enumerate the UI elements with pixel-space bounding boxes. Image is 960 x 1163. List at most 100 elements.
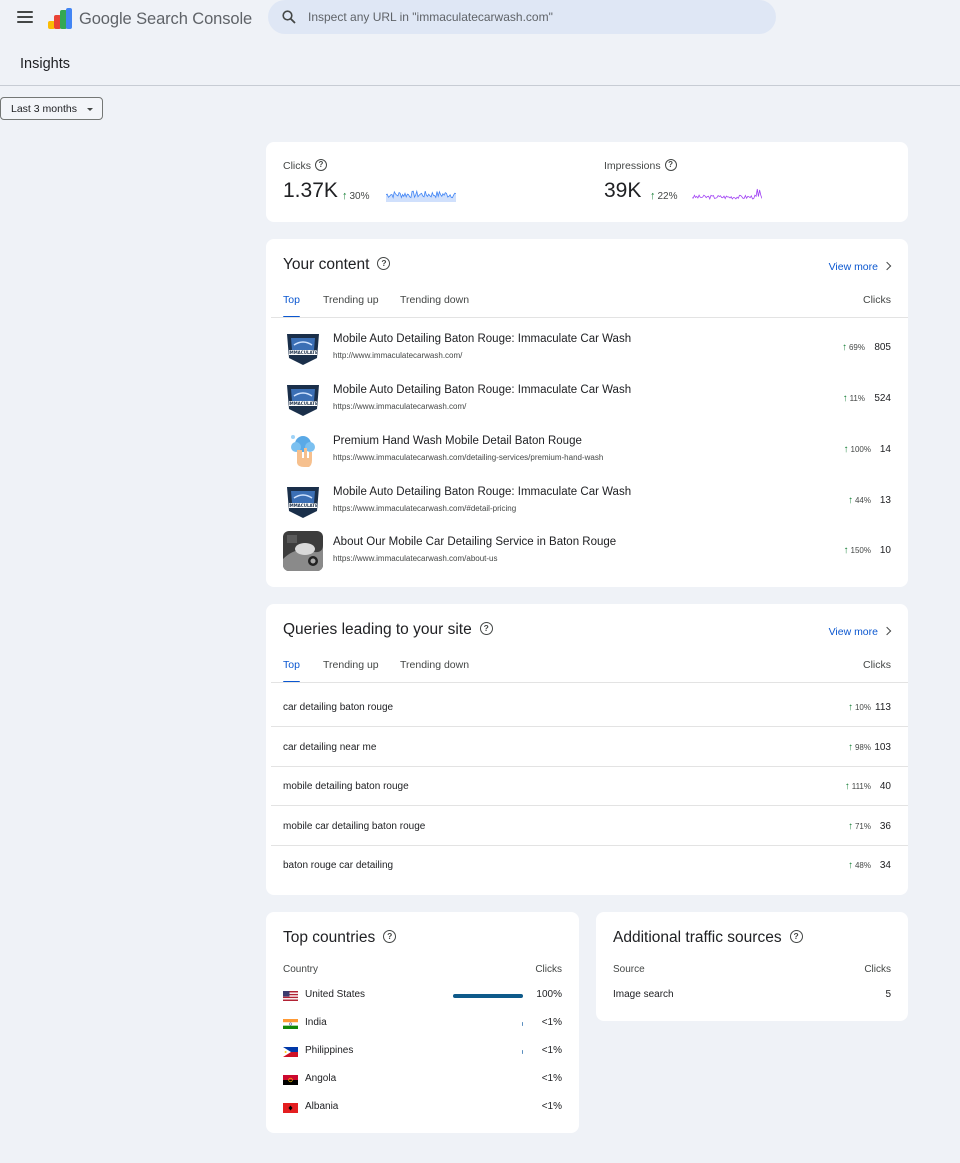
product-name[interactable]: Google Search Console (79, 10, 252, 29)
car-photo-icon (283, 531, 323, 571)
share-bar (453, 994, 523, 998)
philippines-flag-icon (283, 1047, 298, 1057)
content-view-more-link[interactable]: View more (828, 261, 892, 273)
help-icon[interactable]: ? (479, 621, 493, 635)
page-thumbnail (283, 531, 323, 571)
tab-trending-up[interactable]: Trending up (323, 659, 379, 683)
url-inspection-input[interactable] (308, 0, 758, 34)
arrow-up-icon: ↑ (650, 190, 656, 202)
view-more-label: View more (828, 261, 878, 273)
clicks-label-wrap: Clicks? (283, 159, 327, 172)
performance-summary-card[interactable]: Clicks? 1.37K ↑ 30% Impressions? 39K ↑ 22% (266, 142, 908, 222)
content-row[interactable]: Premium Hand Wash Mobile Detail Baton Ro… (271, 430, 908, 472)
date-range-dropdown[interactable]: Last 3 months (0, 97, 103, 120)
tab-trending-up[interactable]: Trending up (323, 294, 379, 318)
country-row[interactable]: United States 100% (283, 989, 562, 1005)
tabs-divider (271, 317, 908, 318)
view-more-label: View more (828, 626, 878, 638)
query-row[interactable]: mobile detailing baton rouge ↑ 111% 40 (271, 767, 908, 806)
content-row[interactable]: IMMACULATE Mobile Auto Detailing Baton R… (271, 481, 908, 523)
tab-top[interactable]: Top (283, 659, 300, 683)
help-icon[interactable]: ? (664, 159, 677, 172)
country-name: United States (305, 989, 366, 1000)
your-content-card: Your content? View more Top Trending up … (266, 239, 908, 587)
help-icon[interactable]: ? (383, 929, 397, 943)
query-text: mobile detailing baton rouge (283, 781, 409, 792)
queries-title-wrap: Queries leading to your site? (283, 621, 493, 639)
top-countries-card: Top countries? Country Clicks United Sta… (266, 912, 579, 1133)
arrow-up-icon: ↑ (847, 742, 853, 753)
arrow-up-icon: ↑ (847, 495, 853, 506)
country-name: Angola (305, 1073, 337, 1084)
country-row[interactable]: India <1% (283, 1017, 562, 1033)
help-icon[interactable]: ? (315, 159, 327, 172)
page-title-text: About Our Mobile Car Detailing Service i… (333, 536, 617, 548)
clicks-column-header: Clicks (863, 294, 891, 306)
arrow-up-icon: ↑ (842, 393, 848, 404)
country-name: India (305, 1017, 327, 1028)
page-url: https://www.immaculatecarwash.com/ (333, 402, 467, 411)
country-row[interactable]: Philippines <1% (283, 1045, 562, 1061)
change-value: 111% (851, 782, 871, 791)
immaculate-logo-icon: IMMACULATE (283, 328, 323, 368)
clicks-value: 524 (874, 393, 891, 404)
source-name: Image search (613, 989, 674, 1000)
page-title: Insights (20, 56, 70, 72)
country-name: Albania (305, 1101, 339, 1112)
change-value: 150% (850, 546, 871, 555)
arrow-up-icon: ↑ (841, 342, 847, 353)
arrow-up-icon: ↑ (843, 444, 849, 455)
content-row[interactable]: IMMACULATE Mobile Auto Detailing Baton R… (271, 379, 908, 421)
traffic-source-row[interactable]: Image search 5 (613, 989, 891, 1005)
query-row[interactable]: car detailing near me ↑ 98% 103 (271, 728, 908, 767)
countries-title: Top countries (283, 929, 376, 946)
arrow-up-icon: ↑ (847, 860, 853, 871)
clicks-value: 13 (879, 495, 891, 506)
us-flag-icon (283, 991, 298, 1001)
help-icon[interactable]: ? (789, 929, 803, 943)
query-row[interactable]: car detailing baton rouge ↑ 10% 113 (271, 688, 908, 727)
clicks-column-header: Clicks (864, 964, 891, 975)
help-icon[interactable]: ? (377, 256, 391, 270)
chevron-right-icon (882, 261, 892, 271)
content-row[interactable]: IMMACULATE Mobile Auto Detailing Baton R… (271, 328, 908, 370)
change-value: 69% (848, 343, 865, 352)
change-value: 11% (849, 394, 865, 403)
tab-trending-down[interactable]: Trending down (400, 294, 469, 318)
page-thumbnail (283, 430, 323, 470)
page-thumbnail: IMMACULATE (283, 379, 323, 419)
query-row[interactable]: mobile car detailing baton rouge ↑ 71% 36 (271, 807, 908, 846)
query-text: car detailing near me (283, 742, 377, 753)
change-percent: ↑ 10% (848, 702, 871, 713)
change-percent: ↑ 44% (848, 495, 871, 506)
clicks-percent: <1% (541, 1045, 562, 1056)
content-row[interactable]: About Our Mobile Car Detailing Service i… (271, 531, 908, 573)
tab-top[interactable]: Top (283, 294, 300, 318)
clicks-column-header: Clicks (535, 964, 562, 975)
search-console-logo-icon[interactable] (47, 7, 73, 31)
country-column-header: Country (283, 964, 319, 975)
change-value: 44% (854, 496, 871, 505)
clicks-percent: 100% (536, 989, 562, 1000)
page-title-text: Mobile Auto Detailing Baton Rouge: Immac… (333, 333, 632, 345)
url-inspection-search[interactable] (268, 0, 776, 34)
svg-text:IMMACULATE: IMMACULATE (288, 503, 318, 508)
tab-trending-down[interactable]: Trending down (400, 659, 469, 683)
query-text: baton rouge car detailing (283, 860, 394, 871)
tabs-divider (271, 682, 908, 683)
query-row[interactable]: baton rouge car detailing ↑ 48% 34 (271, 846, 908, 885)
country-row[interactable]: Angola <1% (283, 1073, 562, 1089)
countries-title-wrap: Top countries? (283, 929, 397, 947)
change-value: 71% (854, 822, 871, 831)
clicks-percent: <1% (541, 1101, 562, 1112)
main-menu-icon[interactable] (17, 11, 33, 25)
clicks-value: 113 (875, 702, 891, 713)
country-row[interactable]: Albania <1% (283, 1101, 562, 1117)
page-thumbnail: IMMACULATE (283, 328, 323, 368)
page-url: https://www.immaculatecarwash.com/about-… (333, 554, 498, 563)
impressions-change-value: 22% (657, 191, 678, 202)
queries-title: Queries leading to your site (283, 621, 472, 638)
queries-view-more-link[interactable]: View more (828, 626, 892, 638)
your-content-title-wrap: Your content? (283, 256, 391, 274)
page-title-text: Mobile Auto Detailing Baton Rouge: Immac… (333, 384, 632, 396)
